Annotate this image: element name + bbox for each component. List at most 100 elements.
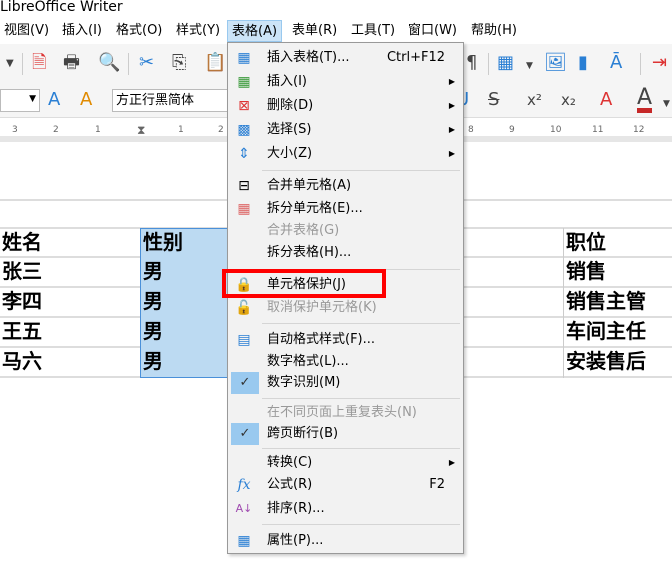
menu-item-delete[interactable]: ⊠ 删除(D) ▶ — [228, 95, 463, 117]
table-cell[interactable]: 姓名 — [0, 228, 42, 256]
insert-table-icon[interactable]: ▦ — [497, 53, 514, 73]
table-cell[interactable]: 张三 — [0, 257, 42, 285]
submenu-arrow-icon: ▶ — [448, 125, 455, 134]
autoformat-icon: ▤ — [237, 332, 251, 348]
table-cell[interactable]: 职位 — [564, 228, 606, 256]
menu-item-split-cells[interactable]: ▦ 拆分单元格(E)... — [228, 198, 463, 220]
ruler-tick: 10 — [550, 125, 562, 135]
menu-item-split-table[interactable]: 拆分表格(H)... — [228, 242, 463, 264]
table-cell[interactable]: 车间主任 — [564, 317, 646, 345]
menu-insert[interactable]: 插入(I) — [58, 20, 106, 42]
ruler-tick: 11 — [592, 125, 604, 135]
merge-cells-icon: ⊟ — [238, 178, 250, 194]
insert-image-icon[interactable]: 🖼 — [544, 53, 567, 73]
ruler-tick: 12 — [633, 125, 645, 135]
ruler-tick: 1 — [178, 125, 184, 135]
menu-format[interactable]: 格式(O) — [112, 20, 166, 42]
chevron-down-icon[interactable]: ▼ — [29, 94, 36, 104]
strikethrough-icon[interactable]: S — [488, 90, 499, 110]
menu-item-formula[interactable]: fx 公式(R) F2 — [228, 474, 463, 496]
dropdown-arrow-icon[interactable]: ▼ — [663, 94, 670, 114]
menu-item-merge-cells[interactable]: ⊟ 合并单元格(A) — [228, 175, 463, 197]
formula-icon: fx — [237, 477, 251, 493]
superscript-icon[interactable]: x² — [527, 90, 542, 110]
paragraph-style-select[interactable]: ▼ — [0, 89, 40, 112]
sort-icon: A↓ — [235, 502, 253, 515]
window-title: LibreOffice Writer — [0, 0, 123, 15]
menu-item-autoformat[interactable]: ▤ 自动格式样式(F)... — [228, 329, 463, 351]
cut-icon[interactable]: ✂ — [139, 53, 154, 73]
table-cell[interactable]: 男 — [141, 257, 163, 285]
menu-item-allow-row-break[interactable]: ✓ 跨页断行(B) — [228, 423, 463, 445]
clear-formatting-icon[interactable]: A — [600, 90, 612, 110]
ruler-tick: 2 — [53, 125, 59, 135]
menu-table[interactable]: 表格(A) — [227, 20, 283, 42]
indent-marker-icon[interactable]: ⧗ — [137, 123, 145, 138]
ruler-tick: 9 — [509, 125, 515, 135]
submenu-arrow-icon: ▶ — [448, 101, 455, 110]
unlock-icon: 🔓 — [235, 300, 253, 316]
menu-item-convert[interactable]: 转换(C) ▶ — [228, 452, 463, 474]
font-color-icon[interactable]: A — [637, 87, 653, 113]
new-style-icon[interactable]: A — [80, 90, 92, 110]
menu-styles[interactable]: 样式(Y) — [172, 20, 224, 42]
menu-form[interactable]: 表单(R) — [288, 20, 341, 42]
print-icon[interactable]: 🖶 — [63, 53, 80, 73]
export-pdf-icon[interactable]: 🗎 — [32, 53, 46, 73]
menu-item-insert-table[interactable]: ▦ 插入表格(T)... Ctrl+F12 — [228, 47, 463, 69]
submenu-arrow-icon: ▶ — [448, 458, 455, 467]
split-cells-icon: ▦ — [237, 201, 251, 217]
menu-window[interactable]: 窗口(W) — [404, 20, 461, 42]
copy-icon[interactable]: ⎘ — [172, 53, 186, 73]
menu-item-select[interactable]: ▩ 选择(S) ▶ — [228, 119, 463, 141]
update-style-icon[interactable]: A — [48, 90, 60, 110]
menu-item-sort[interactable]: A↓ 排序(R)... — [228, 498, 463, 520]
menu-item-properties[interactable]: ▦ 属性(P)... — [228, 530, 463, 552]
submenu-arrow-icon: ▶ — [448, 149, 455, 158]
table-cell[interactable]: 安装售后 — [564, 347, 646, 375]
ruler-tick: 1 — [95, 125, 101, 135]
menu-tools[interactable]: 工具(T) — [347, 20, 399, 42]
table-cell[interactable]: 男 — [141, 317, 163, 345]
table-menu-dropdown: ▦ 插入表格(T)... Ctrl+F12 ▦ 插入(I) ▶ ⊠ 删除(D) ▶ ▩ 选择(… — [227, 42, 464, 554]
table-cell[interactable]: 王五 — [0, 317, 42, 345]
select-table-icon: ▩ — [237, 122, 251, 138]
table-cell[interactable]: 性别 — [141, 228, 183, 256]
table-cell[interactable]: 男 — [141, 347, 163, 375]
table-properties-icon: ▦ — [237, 533, 251, 549]
page-break-icon[interactable]: ⇥ — [652, 53, 667, 73]
dropdown-arrow-icon[interactable]: ▼ — [6, 54, 14, 74]
ruler-tick: 8 — [468, 125, 474, 135]
menu-view[interactable]: 视图(V) — [0, 20, 53, 42]
checkmark-icon: ✓ — [231, 423, 259, 445]
menu-item-size[interactable]: ⇕ 大小(Z) ▶ — [228, 143, 463, 165]
table-cell[interactable]: 销售主管 — [564, 287, 646, 315]
menu-item-merge-table: 合并表格(G) — [267, 223, 340, 238]
menu-item-number-recognition[interactable]: ✓ 数字识别(M) — [228, 372, 463, 394]
checkmark-icon: ✓ — [231, 372, 259, 394]
delete-table-icon: ⊠ — [238, 98, 250, 114]
table-cell[interactable]: 马六 — [0, 347, 42, 375]
formatting-marks-icon[interactable]: ¶ — [466, 53, 477, 73]
table-icon: ▦ — [237, 50, 251, 66]
subscript-icon[interactable]: x₂ — [561, 90, 576, 110]
insert-textbox-icon[interactable]: Ā — [610, 53, 622, 73]
submenu-arrow-icon: ▶ — [448, 77, 455, 86]
menu-item-number-format[interactable]: 数字格式(L)... — [228, 351, 463, 373]
menu-help[interactable]: 帮助(H) — [467, 20, 521, 42]
print-preview-icon[interactable]: 🔍 — [98, 53, 120, 73]
paste-icon[interactable]: 📋 — [204, 53, 226, 73]
table-cell[interactable]: 李四 — [0, 287, 42, 315]
table-cell[interactable]: 男 — [141, 287, 163, 315]
dropdown-arrow-icon[interactable]: ▼ — [526, 56, 533, 76]
insert-chart-icon[interactable]: ▮ — [578, 53, 588, 73]
ruler-tick: 2 — [218, 125, 224, 135]
menu-item-repeat-heading: 在不同页面上重复表头(N) — [267, 405, 417, 420]
insert-rows-icon: ▦ — [237, 74, 251, 90]
ruler-tick: 3 — [12, 125, 18, 135]
menu-item-unprotect-cells: 🔓 取消保护单元格(K) — [235, 300, 377, 316]
font-name-input[interactable]: 方正行黑简体 — [112, 89, 228, 112]
table-cell[interactable]: 销售 — [564, 257, 606, 285]
resize-icon: ⇕ — [238, 146, 250, 162]
menu-item-insert[interactable]: ▦ 插入(I) ▶ — [228, 71, 463, 93]
